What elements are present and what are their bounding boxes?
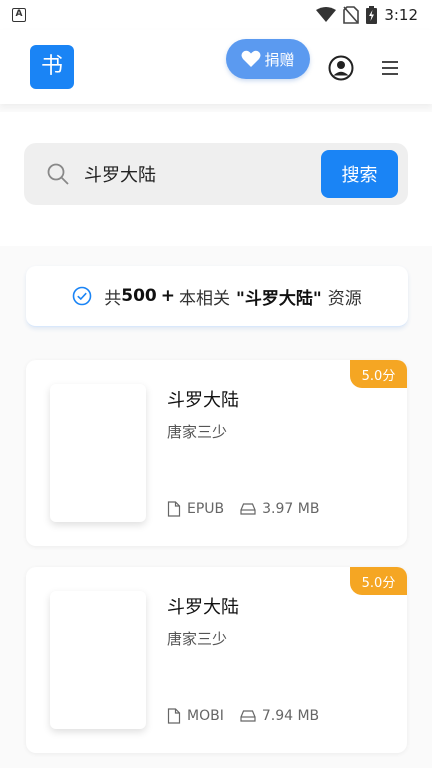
book-size: 7.94 MB bbox=[261, 708, 320, 724]
summary-middle: 本相关 bbox=[179, 288, 231, 309]
book-meta: MOBI 7.94 MB bbox=[167, 708, 319, 724]
summary-count: 500 bbox=[121, 286, 157, 306]
book-title: 斗罗大陆 bbox=[167, 390, 239, 411]
file-icon bbox=[167, 708, 181, 724]
wifi-icon bbox=[316, 7, 337, 22]
status-time: 3:12 bbox=[384, 6, 418, 24]
battery-charging-icon bbox=[366, 6, 378, 24]
rating-badge: 5.0分 bbox=[350, 567, 407, 595]
book-format: EPUB bbox=[187, 501, 225, 517]
book-cover bbox=[50, 591, 146, 729]
search-icon bbox=[47, 163, 69, 185]
search-input[interactable] bbox=[84, 143, 314, 205]
search-section: 搜索 bbox=[0, 112, 432, 246]
app-logo[interactable]: 书 bbox=[30, 45, 74, 89]
book-card[interactable]: 5.0分 斗罗大陆 唐家三少 MOBI 7.94 MB bbox=[26, 567, 407, 753]
book-meta: EPUB 3.97 MB bbox=[167, 501, 319, 517]
book-title: 斗罗大陆 bbox=[167, 597, 239, 618]
book-cover bbox=[50, 384, 146, 522]
summary-query: "斗罗大陆" bbox=[236, 288, 322, 309]
no-sim-icon bbox=[343, 6, 360, 24]
check-circle-icon bbox=[72, 286, 92, 306]
book-card[interactable]: 5.0分 斗罗大陆 唐家三少 EPUB 3.97 MB bbox=[26, 360, 407, 546]
book-format: MOBI bbox=[187, 708, 224, 724]
notification-a-icon: A bbox=[12, 8, 26, 22]
rating-badge: 5.0分 bbox=[350, 360, 407, 388]
menu-icon[interactable] bbox=[380, 58, 400, 78]
donate-button[interactable]: 捐赠 bbox=[226, 39, 310, 79]
account-icon[interactable] bbox=[328, 55, 354, 81]
summary-suffix: 资源 bbox=[327, 288, 362, 309]
book-size: 3.97 MB bbox=[262, 501, 320, 517]
donate-label: 捐赠 bbox=[264, 50, 295, 69]
result-summary: 共 500 + 本相关 "斗罗大陆" 资源 bbox=[26, 266, 408, 327]
search-button[interactable]: 搜索 bbox=[321, 150, 398, 198]
drive-icon bbox=[240, 710, 256, 722]
app-header: 书 捐赠 bbox=[0, 30, 432, 104]
drive-icon bbox=[240, 503, 256, 515]
search-box: 搜索 bbox=[24, 143, 408, 205]
book-author: 唐家三少 bbox=[167, 423, 228, 441]
heart-icon bbox=[241, 50, 261, 67]
file-icon bbox=[167, 501, 181, 517]
book-author: 唐家三少 bbox=[167, 630, 228, 648]
summary-plus: + bbox=[160, 286, 176, 306]
status-bar: A 3:12 bbox=[0, 0, 432, 30]
summary-prefix: 共 bbox=[104, 288, 122, 309]
